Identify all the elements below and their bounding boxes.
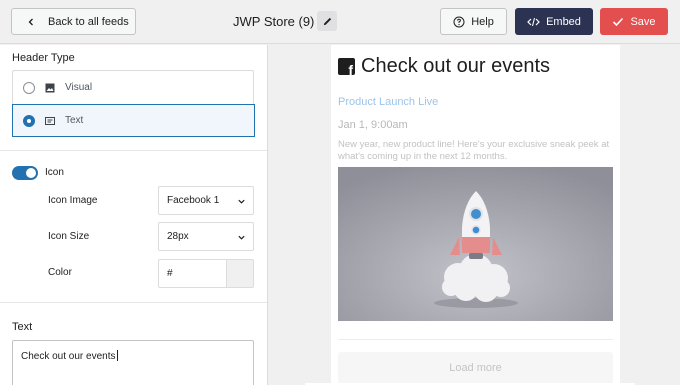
- header-text-value: Check out our events: [21, 351, 116, 362]
- save-button[interactable]: Save: [600, 8, 668, 35]
- icon-toggle-label: Icon: [45, 167, 64, 178]
- color-picker-field[interactable]: #: [158, 259, 254, 288]
- pencil-icon: [323, 17, 331, 25]
- header-type-option-visual[interactable]: Visual: [13, 71, 255, 104]
- color-label: Color: [48, 267, 72, 278]
- color-swatch[interactable]: [226, 260, 253, 287]
- icon-toggle[interactable]: [12, 166, 38, 180]
- help-button[interactable]: Help: [440, 8, 507, 35]
- code-icon: [527, 17, 540, 26]
- header-text-input[interactable]: Check out our events: [12, 340, 254, 385]
- event-title-link[interactable]: Product Launch Live: [338, 96, 438, 108]
- text-icon: [45, 116, 55, 125]
- divider: [0, 150, 267, 151]
- icon-image-value: Facebook 1: [167, 195, 220, 206]
- option-label-visual: Visual: [65, 82, 93, 93]
- preview-header-title: Check out our events: [361, 55, 550, 77]
- feed-preview: f Check out our events Product Launch Li…: [331, 45, 620, 385]
- chevron-left-icon: [28, 18, 33, 25]
- text-cursor: [116, 350, 118, 361]
- event-date: Jan 1, 9:00am: [338, 119, 408, 131]
- event-description: New year, new product line! Here's your …: [338, 139, 610, 162]
- icon-size-select[interactable]: 28px: [158, 222, 254, 251]
- icon-image-select[interactable]: Facebook 1: [158, 186, 254, 215]
- back-button-label: Back to all feeds: [48, 15, 129, 28]
- event-image[interactable]: [338, 167, 613, 321]
- back-to-feeds-button[interactable]: Back to all feeds: [11, 8, 136, 35]
- feed-title: JWP Store (9): [233, 14, 315, 29]
- rocket-illustration-image: [338, 167, 613, 321]
- divider: [338, 339, 613, 340]
- top-toolbar: Back to all feeds JWP Store (9) Help Emb…: [0, 0, 680, 44]
- facebook-square-icon: f: [338, 58, 355, 75]
- icon-size-value: 28px: [167, 231, 189, 242]
- header-type-options: Visual Text: [12, 70, 255, 137]
- checkmark-icon: [613, 17, 624, 26]
- image-icon: [45, 83, 55, 92]
- edit-title-button[interactable]: [317, 11, 337, 31]
- save-label: Save: [630, 15, 656, 28]
- help-label: Help: [471, 15, 494, 28]
- text-section-label: Text: [12, 321, 33, 333]
- embed-label: Embed: [546, 15, 581, 28]
- header-settings-panel: Header Type Visual Text Icon Icon Image …: [0, 45, 268, 385]
- header-type-option-text[interactable]: Text: [12, 104, 255, 137]
- icon-size-label: Icon Size: [48, 231, 90, 242]
- header-type-label: Header Type: [12, 52, 75, 64]
- icon-image-label: Icon Image: [48, 195, 98, 206]
- chevron-down-icon: [238, 199, 245, 204]
- color-hex-input[interactable]: #: [159, 260, 226, 287]
- chevron-down-icon: [238, 235, 245, 240]
- preview-header: f Check out our events: [338, 55, 550, 78]
- radio-text[interactable]: [23, 114, 35, 127]
- load-more-button[interactable]: Load more: [338, 352, 613, 384]
- radio-visual[interactable]: [23, 81, 35, 94]
- divider: [0, 302, 267, 303]
- option-label-text: Text: [65, 115, 84, 126]
- help-circle-icon: [453, 16, 465, 27]
- embed-button[interactable]: Embed: [515, 8, 593, 35]
